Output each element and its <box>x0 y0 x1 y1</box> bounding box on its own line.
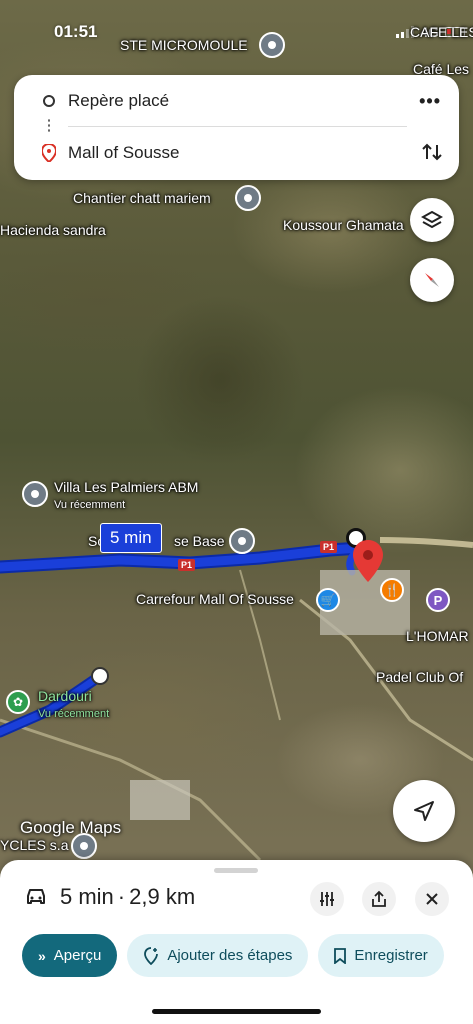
sliders-icon <box>320 892 334 906</box>
route-card: Repère placé Mall of Sousse ••• <box>14 75 459 180</box>
map-label-villa[interactable]: Villa Les Palmiers ABM <box>54 479 198 495</box>
route-duration: 5 min <box>60 884 114 909</box>
bookmark-icon <box>334 947 347 964</box>
parking-icon[interactable]: P <box>426 588 450 612</box>
add-stops-label: Ajouter des étapes <box>167 947 293 964</box>
waypoint-marker-icon[interactable] <box>91 667 109 685</box>
close-icon <box>426 893 438 905</box>
share-icon <box>372 890 386 907</box>
recenter-button[interactable] <box>393 780 455 842</box>
divider <box>68 126 407 127</box>
car-icon <box>27 889 45 904</box>
map-label-dardouri[interactable]: Dardouri <box>38 688 92 704</box>
route-summary: 5 min · 2,9 km <box>24 884 195 910</box>
route-options-button[interactable] <box>310 882 344 916</box>
add-location-icon <box>144 946 159 965</box>
home-indicator <box>152 1009 321 1014</box>
layers-icon <box>421 210 443 229</box>
map-label-koussour[interactable]: Koussour Ghamata <box>283 217 404 233</box>
destination-pin-icon[interactable] <box>353 540 383 582</box>
poi-marker-ste-micromoule[interactable] <box>259 32 285 58</box>
poi-marker-cycles[interactable] <box>71 833 97 859</box>
sheet-grabber[interactable] <box>214 868 258 873</box>
compass-button[interactable] <box>410 258 454 302</box>
poi-marker-villa[interactable] <box>22 481 48 507</box>
layers-button[interactable] <box>410 198 454 242</box>
map-label-lhomar[interactable]: L'HOMAR <box>406 628 469 644</box>
origin-text[interactable]: Repère placé <box>68 91 169 111</box>
dardouri-icon[interactable]: ✿ <box>6 690 30 714</box>
share-button[interactable] <box>362 882 396 916</box>
restaurant-icon[interactable]: 🍴 <box>380 578 404 602</box>
compass-icon <box>425 273 439 287</box>
destination-text[interactable]: Mall of Sousse <box>68 143 180 163</box>
map-label-carrefour[interactable]: Carrefour Mall Of Sousse <box>136 591 294 607</box>
save-label: Enregistrer <box>354 947 428 964</box>
location-pin-icon <box>42 144 56 162</box>
shopping-cart-icon[interactable]: 🛒 <box>316 588 340 612</box>
map-label-cafe-les[interactable]: CAFE LES <box>410 24 473 40</box>
map-label-dardouri-recent: Vu récemment <box>38 708 110 720</box>
navigation-arrow-icon <box>414 801 434 821</box>
fast-forward-icon: » <box>38 947 46 964</box>
action-chips: » Aperçu Ajouter des étapes Enregistrer <box>22 934 444 977</box>
status-time: 01:51 <box>54 22 98 41</box>
origin-row[interactable]: Repère placé <box>14 88 459 114</box>
map-label-hacienda[interactable]: Hacienda sandra <box>0 222 106 238</box>
bottom-sheet: 5 min · 2,9 km » Aperçu Ajouter des étap… <box>0 860 473 1024</box>
map-label-padel[interactable]: Padel Club Of <box>376 669 463 685</box>
map-label-ste-micromoule[interactable]: STE MICROMOULE <box>120 37 248 53</box>
map-label-villa-recent: Vu récemment <box>54 499 126 511</box>
add-stops-button[interactable]: Ajouter des étapes <box>127 934 309 977</box>
swap-directions-icon[interactable] <box>419 139 445 165</box>
origin-circle-icon <box>43 95 55 107</box>
more-options-button[interactable]: ••• <box>419 91 441 112</box>
close-button[interactable] <box>415 882 449 916</box>
google-maps-logo: Google Maps <box>20 818 122 837</box>
road-badge-p1: P1 <box>320 541 338 553</box>
poi-marker-base[interactable] <box>229 528 255 554</box>
poi-marker-chantier[interactable] <box>235 185 261 211</box>
map-label-chantier[interactable]: Chantier chatt mariem <box>73 190 211 206</box>
map-label-base[interactable]: se Base <box>174 533 225 549</box>
preview-label: Aperçu <box>53 947 102 964</box>
route-separator: · <box>117 884 126 909</box>
save-button[interactable]: Enregistrer <box>318 934 444 977</box>
route-dots <box>48 118 50 134</box>
preview-button[interactable]: » Aperçu <box>22 934 118 977</box>
route-time-chip[interactable]: 5 min <box>100 523 162 553</box>
route-distance: 2,9 km <box>129 884 196 909</box>
destination-row[interactable]: Mall of Sousse <box>14 140 459 166</box>
road-badge-p1: P1 <box>178 559 196 571</box>
map-label-cycles[interactable]: YCLES s.a <box>0 837 68 853</box>
